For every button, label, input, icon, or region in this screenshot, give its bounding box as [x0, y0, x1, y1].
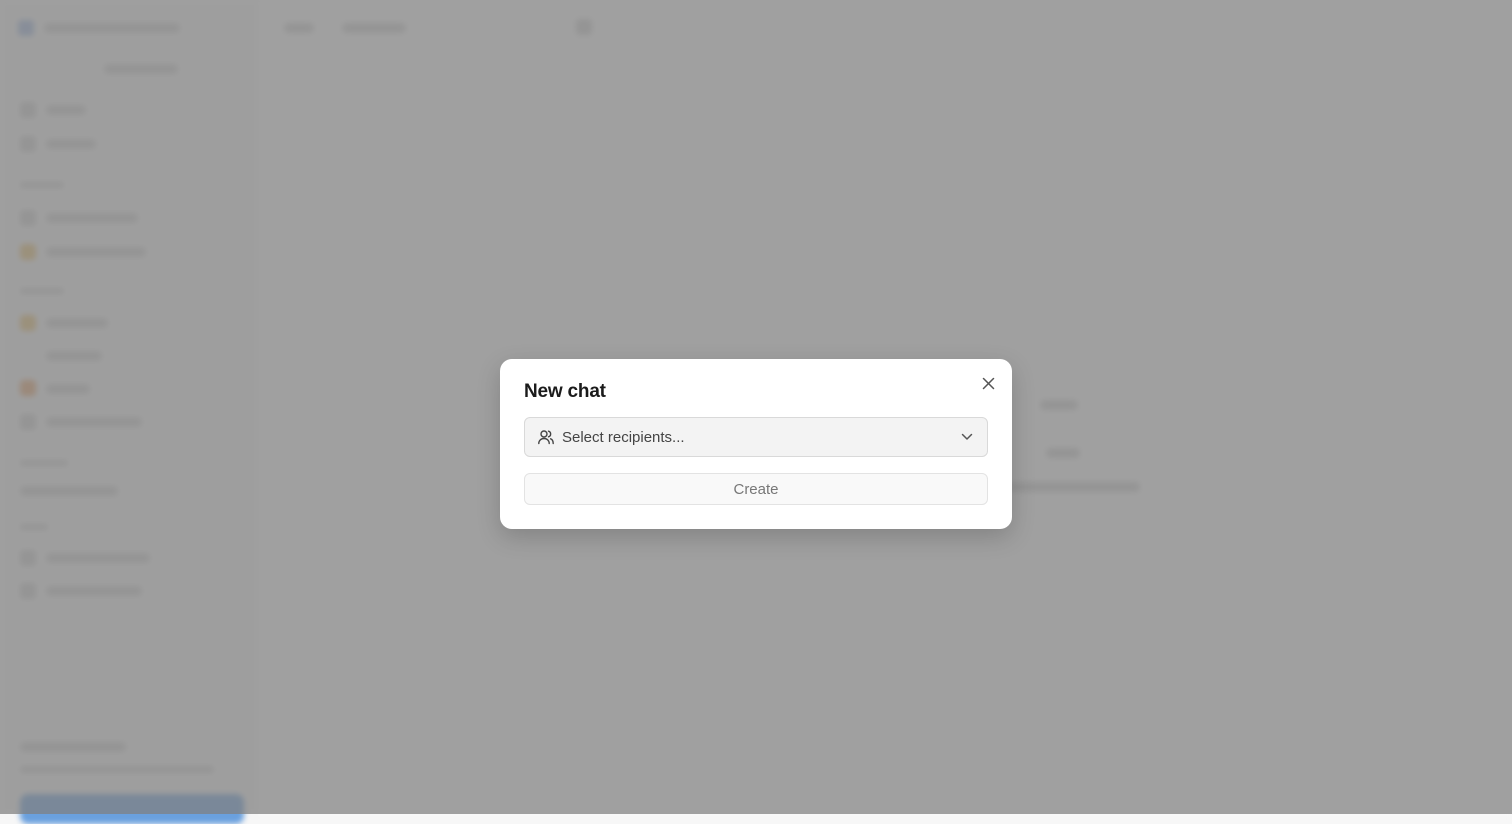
recipients-placeholder: Select recipients... [562, 428, 685, 446]
dialog-title: New chat [524, 381, 606, 402]
chevron-down-icon [959, 429, 975, 445]
close-icon [982, 377, 995, 390]
close-button[interactable] [978, 373, 998, 393]
create-button[interactable]: Create [524, 473, 988, 505]
new-chat-dialog: New chat Select recipients... Create [500, 359, 1012, 529]
users-icon [537, 428, 555, 446]
recipients-select[interactable]: Select recipients... [524, 417, 988, 457]
